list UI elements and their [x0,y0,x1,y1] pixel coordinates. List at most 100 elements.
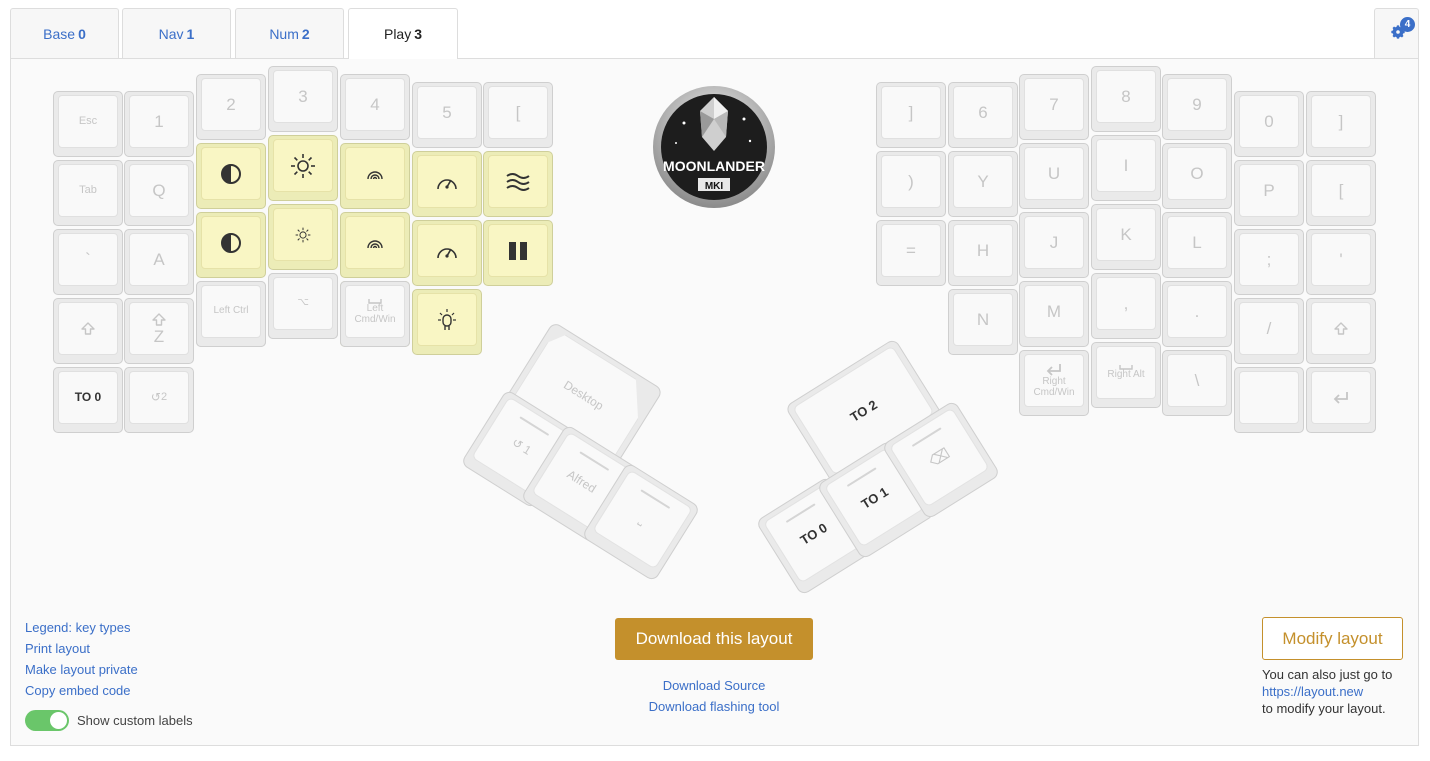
right-key[interactable]: N [948,289,1018,355]
right-key[interactable]: . [1162,281,1232,347]
left-key[interactable] [412,220,482,286]
left-key[interactable]: ⌥ [268,273,338,339]
left-key[interactable]: A [124,229,194,295]
key-label: Tab [79,183,97,196]
left-key[interactable] [483,151,553,217]
tab-index: 1 [186,25,195,42]
layout-new-link[interactable]: https://layout.new [1262,683,1392,700]
print-layout-link[interactable]: Print layout [25,641,138,662]
left-key[interactable] [340,212,410,278]
download-layout-button[interactable]: Download this layout [615,618,813,660]
left-key[interactable]: 1 [124,91,194,157]
left-key[interactable] [268,135,338,201]
right-key[interactable]: O [1162,143,1232,209]
left-key[interactable] [412,151,482,217]
legend-link[interactable]: Legend: key types [25,620,138,641]
right-key[interactable]: ' [1306,229,1376,295]
right-key[interactable] [1234,367,1304,433]
make-private-link[interactable]: Make layout private [25,662,138,683]
left-key[interactable] [483,220,553,286]
key-label: 5 [442,102,452,122]
tab-index: 2 [301,25,310,42]
right-key[interactable]: ] [1306,91,1376,157]
right-key[interactable]: Right Cmd/Win [1019,350,1089,416]
download-flashing-tool-link[interactable]: Download flashing tool [615,699,813,720]
key-label: Right Alt [1107,369,1145,381]
left-key[interactable]: Left Cmd/Win [340,281,410,347]
right-key[interactable]: , [1091,273,1161,339]
left-key[interactable] [268,204,338,270]
thumb-key-label: TO 1 [858,483,891,512]
left-key[interactable]: Tab [53,160,123,226]
key-label: ) [908,171,914,191]
right-key[interactable]: J [1019,212,1089,278]
left-key[interactable] [196,212,266,278]
shift-icon [151,312,167,328]
tab-play[interactable]: Play 3 [348,8,458,59]
led-icon [438,308,456,331]
left-key[interactable] [196,143,266,209]
right-key[interactable]: K [1091,204,1161,270]
modify-layout-button[interactable]: Modify layout [1262,617,1403,660]
left-key[interactable]: Z [124,298,194,364]
right-key[interactable]: / [1234,298,1304,364]
copy-embed-link[interactable]: Copy embed code [25,683,138,704]
custom-labels-label: Show custom labels [77,713,193,728]
brightness-up-icon [290,153,316,179]
right-key[interactable]: 9 [1162,74,1232,140]
right-key[interactable]: Right Alt [1091,342,1161,408]
left-key[interactable] [53,298,123,364]
key-label: Q [152,180,166,200]
right-key[interactable]: [ [1306,160,1376,226]
right-key[interactable]: ; [1234,229,1304,295]
right-key[interactable]: ) [876,151,946,217]
right-key[interactable]: U [1019,143,1089,209]
key-label: TO 0 [74,390,102,405]
left-key[interactable]: ↺ 2 [124,367,194,433]
right-key[interactable]: 7 [1019,74,1089,140]
left-key[interactable]: 4 [340,74,410,140]
right-key[interactable]: = [876,220,946,286]
key-label: . [1194,301,1200,321]
left-key[interactable]: TO 0 [53,367,123,433]
right-key[interactable]: P [1234,160,1304,226]
key-label: Z [153,326,165,346]
left-key[interactable]: Q [124,160,194,226]
left-key[interactable]: Esc [53,91,123,157]
left-key[interactable] [340,143,410,209]
left-key[interactable]: 5 [412,82,482,148]
key-label: 1 [154,111,164,131]
left-key[interactable]: ` [53,229,123,295]
right-key[interactable] [1306,298,1376,364]
settings-button[interactable]: 4 [1374,8,1419,58]
right-key[interactable]: ] [876,82,946,148]
tab-label: Base [43,25,76,42]
right-key[interactable]: 8 [1091,66,1161,132]
tab-nav[interactable]: Nav 1 [122,8,231,58]
left-key[interactable] [412,289,482,355]
oneshot-icon: ↺ [150,389,161,404]
left-key[interactable]: [ [483,82,553,148]
key-label: ] [908,102,914,122]
custom-labels-toggle[interactable] [25,710,69,731]
right-key[interactable]: M [1019,281,1089,347]
right-key[interactable]: 6 [948,82,1018,148]
left-key[interactable]: 2 [196,74,266,140]
modify-note-line2: to modify your layout. [1262,701,1386,716]
right-key[interactable]: L [1162,212,1232,278]
right-key[interactable]: 0 [1234,91,1304,157]
key-label: 0 [1264,111,1274,131]
right-key[interactable]: Y [948,151,1018,217]
left-key[interactable]: Left Ctrl [196,281,266,347]
download-source-link[interactable]: Download Source [615,678,813,699]
key-label: 8 [1121,86,1131,106]
right-key[interactable] [1306,367,1376,433]
tab-base[interactable]: Base 0 [10,8,119,58]
left-key[interactable]: 3 [268,66,338,132]
right-key[interactable]: H [948,220,1018,286]
tab-label: Num [269,25,299,42]
key-label: O [1190,163,1204,183]
right-key[interactable]: \ [1162,350,1232,416]
tab-num[interactable]: Num 2 [235,8,344,58]
right-key[interactable]: I [1091,135,1161,201]
